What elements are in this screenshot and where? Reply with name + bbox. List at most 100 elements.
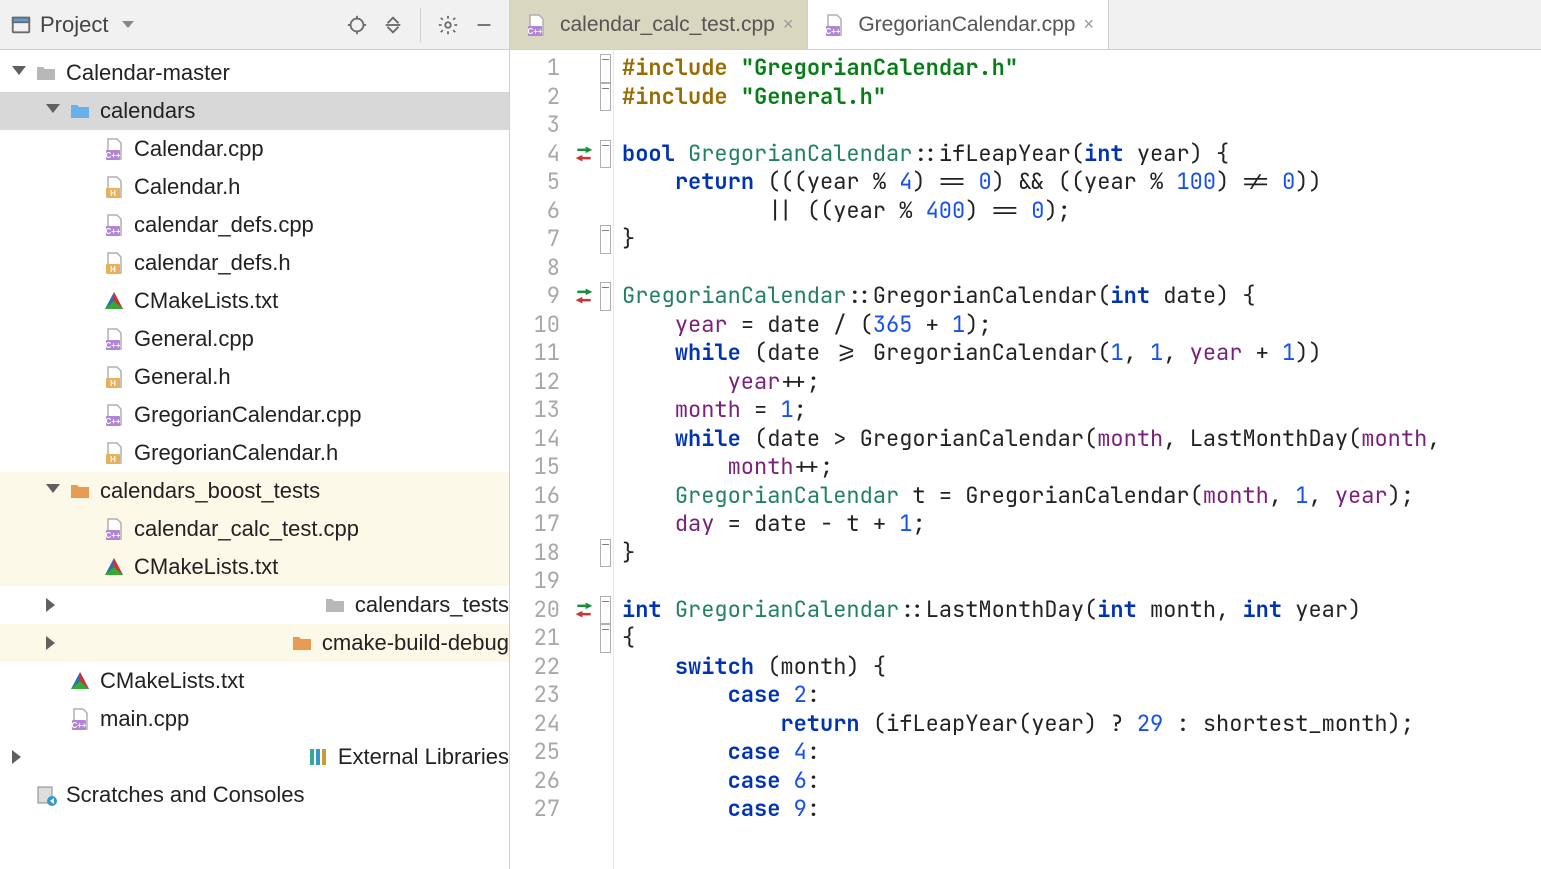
folder-orange-icon <box>290 631 314 655</box>
fold-cell <box>598 311 613 340</box>
fold-cell <box>598 738 613 767</box>
code-line[interactable]: } <box>622 225 1541 254</box>
locate-icon[interactable] <box>342 10 372 40</box>
code-line[interactable]: switch (month) { <box>622 653 1541 682</box>
svg-text:C++: C++ <box>105 531 120 540</box>
tree-node-cal-cpp[interactable]: C++Calendar.cpp <box>0 130 509 168</box>
editor-tab-t1[interactable]: C++calendar_calc_test.cpp× <box>510 0 808 49</box>
code-line[interactable]: day = date - t + 1; <box>622 510 1541 539</box>
tree-node-boost[interactable]: calendars_boost_tests <box>0 472 509 510</box>
line-number: 15 <box>510 453 560 482</box>
code-line[interactable]: case 2: <box>622 681 1541 710</box>
fold-cell <box>598 567 613 596</box>
code-line[interactable]: return (ifLeapYear(year) ? 29 : shortest… <box>622 710 1541 739</box>
code-line[interactable]: year = date / (365 + 1); <box>622 311 1541 340</box>
tree-node-scratch[interactable]: Scratches and Consoles <box>0 776 509 814</box>
disclosure-down-icon[interactable] <box>46 104 60 118</box>
code-line[interactable]: case 6: <box>622 767 1541 796</box>
editor-tab-t2[interactable]: C++GregorianCalendar.cpp× <box>808 0 1109 49</box>
gear-icon[interactable] <box>433 10 463 40</box>
code-line[interactable]: case 4: <box>622 738 1541 767</box>
fold-toggle-icon[interactable] <box>600 83 611 112</box>
code-line[interactable]: GregorianCalendar::GregorianCalendar(int… <box>622 282 1541 311</box>
close-icon[interactable]: × <box>783 14 794 35</box>
code-line[interactable]: month = 1; <box>622 396 1541 425</box>
tree-node-root[interactable]: Calendar-master <box>0 54 509 92</box>
fold-cell <box>598 710 613 739</box>
tree-node-calendars[interactable]: calendars <box>0 92 509 130</box>
h-icon: H <box>102 441 126 465</box>
fold-toggle-icon[interactable] <box>600 225 611 254</box>
project-view-selector[interactable]: Project <box>10 12 134 38</box>
tree-node-greg-h[interactable]: HGregorianCalendar.h <box>0 434 509 472</box>
tree-node-cbd[interactable]: cmake-build-debug <box>0 624 509 662</box>
disclosure-down-icon[interactable] <box>12 66 26 80</box>
fold-toggle-icon[interactable] <box>600 140 611 169</box>
code-line[interactable]: { <box>622 624 1541 653</box>
fold-toggle-icon[interactable] <box>600 54 611 83</box>
arrow-placeholder <box>80 256 94 270</box>
fold-toggle-icon[interactable] <box>600 596 611 625</box>
scratch-icon <box>34 783 58 807</box>
hide-icon[interactable] <box>469 10 499 40</box>
line-number: 4 <box>510 140 560 169</box>
close-icon[interactable]: × <box>1083 14 1094 35</box>
tree-node-main[interactable]: C++main.cpp <box>0 700 509 738</box>
code-line[interactable]: || ((year % 400) == 0); <box>622 197 1541 226</box>
code-line[interactable]: while (date >= GregorianCalendar(1, 1, y… <box>622 339 1541 368</box>
code-line[interactable]: month++; <box>622 453 1541 482</box>
code-line[interactable] <box>622 254 1541 283</box>
disclosure-right-icon[interactable] <box>12 750 298 764</box>
fold-toggle-icon[interactable] <box>600 539 611 568</box>
fold-toggle-icon[interactable] <box>600 282 611 311</box>
tree-node-label: CMakeLists.txt <box>134 554 278 580</box>
disclosure-down-icon[interactable] <box>46 484 60 498</box>
fold-toggle-icon[interactable] <box>600 624 611 653</box>
tree-node-tests[interactable]: calendars_tests <box>0 586 509 624</box>
line-number: 3 <box>510 111 560 140</box>
svg-text:H: H <box>110 189 116 198</box>
code-line[interactable]: case 9: <box>622 795 1541 824</box>
cpp-icon: C++ <box>102 213 126 237</box>
fold-cell <box>598 83 613 112</box>
tree-node-gen-cpp[interactable]: C++General.cpp <box>0 320 509 358</box>
arrow-placeholder <box>80 332 94 346</box>
tree-node-cmake3[interactable]: CMakeLists.txt <box>0 662 509 700</box>
code-line[interactable]: GregorianCalendar t = GregorianCalendar(… <box>622 482 1541 511</box>
tree-node-gen-h[interactable]: HGeneral.h <box>0 358 509 396</box>
code-line[interactable]: return (((year % 4) == 0) && ((year % 10… <box>622 168 1541 197</box>
code-line[interactable]: #include "GregorianCalendar.h" <box>622 54 1541 83</box>
fold-cell <box>598 254 613 283</box>
tree-node-extlib[interactable]: External Libraries <box>0 738 509 776</box>
code-line[interactable] <box>622 111 1541 140</box>
tree-node-label: External Libraries <box>338 744 509 770</box>
marker-cell <box>570 197 598 226</box>
tree-node-cmake2[interactable]: CMakeLists.txt <box>0 548 509 586</box>
tree-node-greg-cpp[interactable]: C++GregorianCalendar.cpp <box>0 396 509 434</box>
code-line[interactable]: int GregorianCalendar::LastMonthDay(int … <box>622 596 1541 625</box>
code-line[interactable]: #include "General.h" <box>622 83 1541 112</box>
tree-node-caldefs-cpp[interactable]: C++calendar_defs.cpp <box>0 206 509 244</box>
code-line[interactable] <box>622 567 1541 596</box>
tree-node-cmake1[interactable]: CMakeLists.txt <box>0 282 509 320</box>
expand-all-icon[interactable] <box>378 10 408 40</box>
code-line[interactable]: } <box>622 539 1541 568</box>
tree-node-cal-h[interactable]: HCalendar.h <box>0 168 509 206</box>
cpp-icon: C++ <box>102 137 126 161</box>
disclosure-right-icon[interactable] <box>46 636 282 650</box>
line-number: 27 <box>510 795 560 824</box>
project-tree[interactable]: Calendar-mastercalendarsC++Calendar.cppH… <box>0 50 509 869</box>
code-line[interactable]: year++; <box>622 368 1541 397</box>
code-content[interactable]: #include "GregorianCalendar.h"#include "… <box>614 50 1541 869</box>
fold-cell <box>598 596 613 625</box>
tree-node-label: calendar_calc_test.cpp <box>134 516 359 542</box>
marker-cell <box>570 225 598 254</box>
tree-node-label: General.cpp <box>134 326 254 352</box>
code-line[interactable]: while (date > GregorianCalendar(month, L… <box>622 425 1541 454</box>
tree-node-caldefs-h[interactable]: Hcalendar_defs.h <box>0 244 509 282</box>
disclosure-right-icon[interactable] <box>46 598 315 612</box>
code-editor[interactable]: 1234567891011121314151617181920212223242… <box>510 50 1541 869</box>
code-line[interactable]: bool GregorianCalendar::ifLeapYear(int y… <box>622 140 1541 169</box>
tree-node-calctest[interactable]: C++ calendar_calc_test.cpp <box>0 510 509 548</box>
arrow-placeholder <box>80 446 94 460</box>
